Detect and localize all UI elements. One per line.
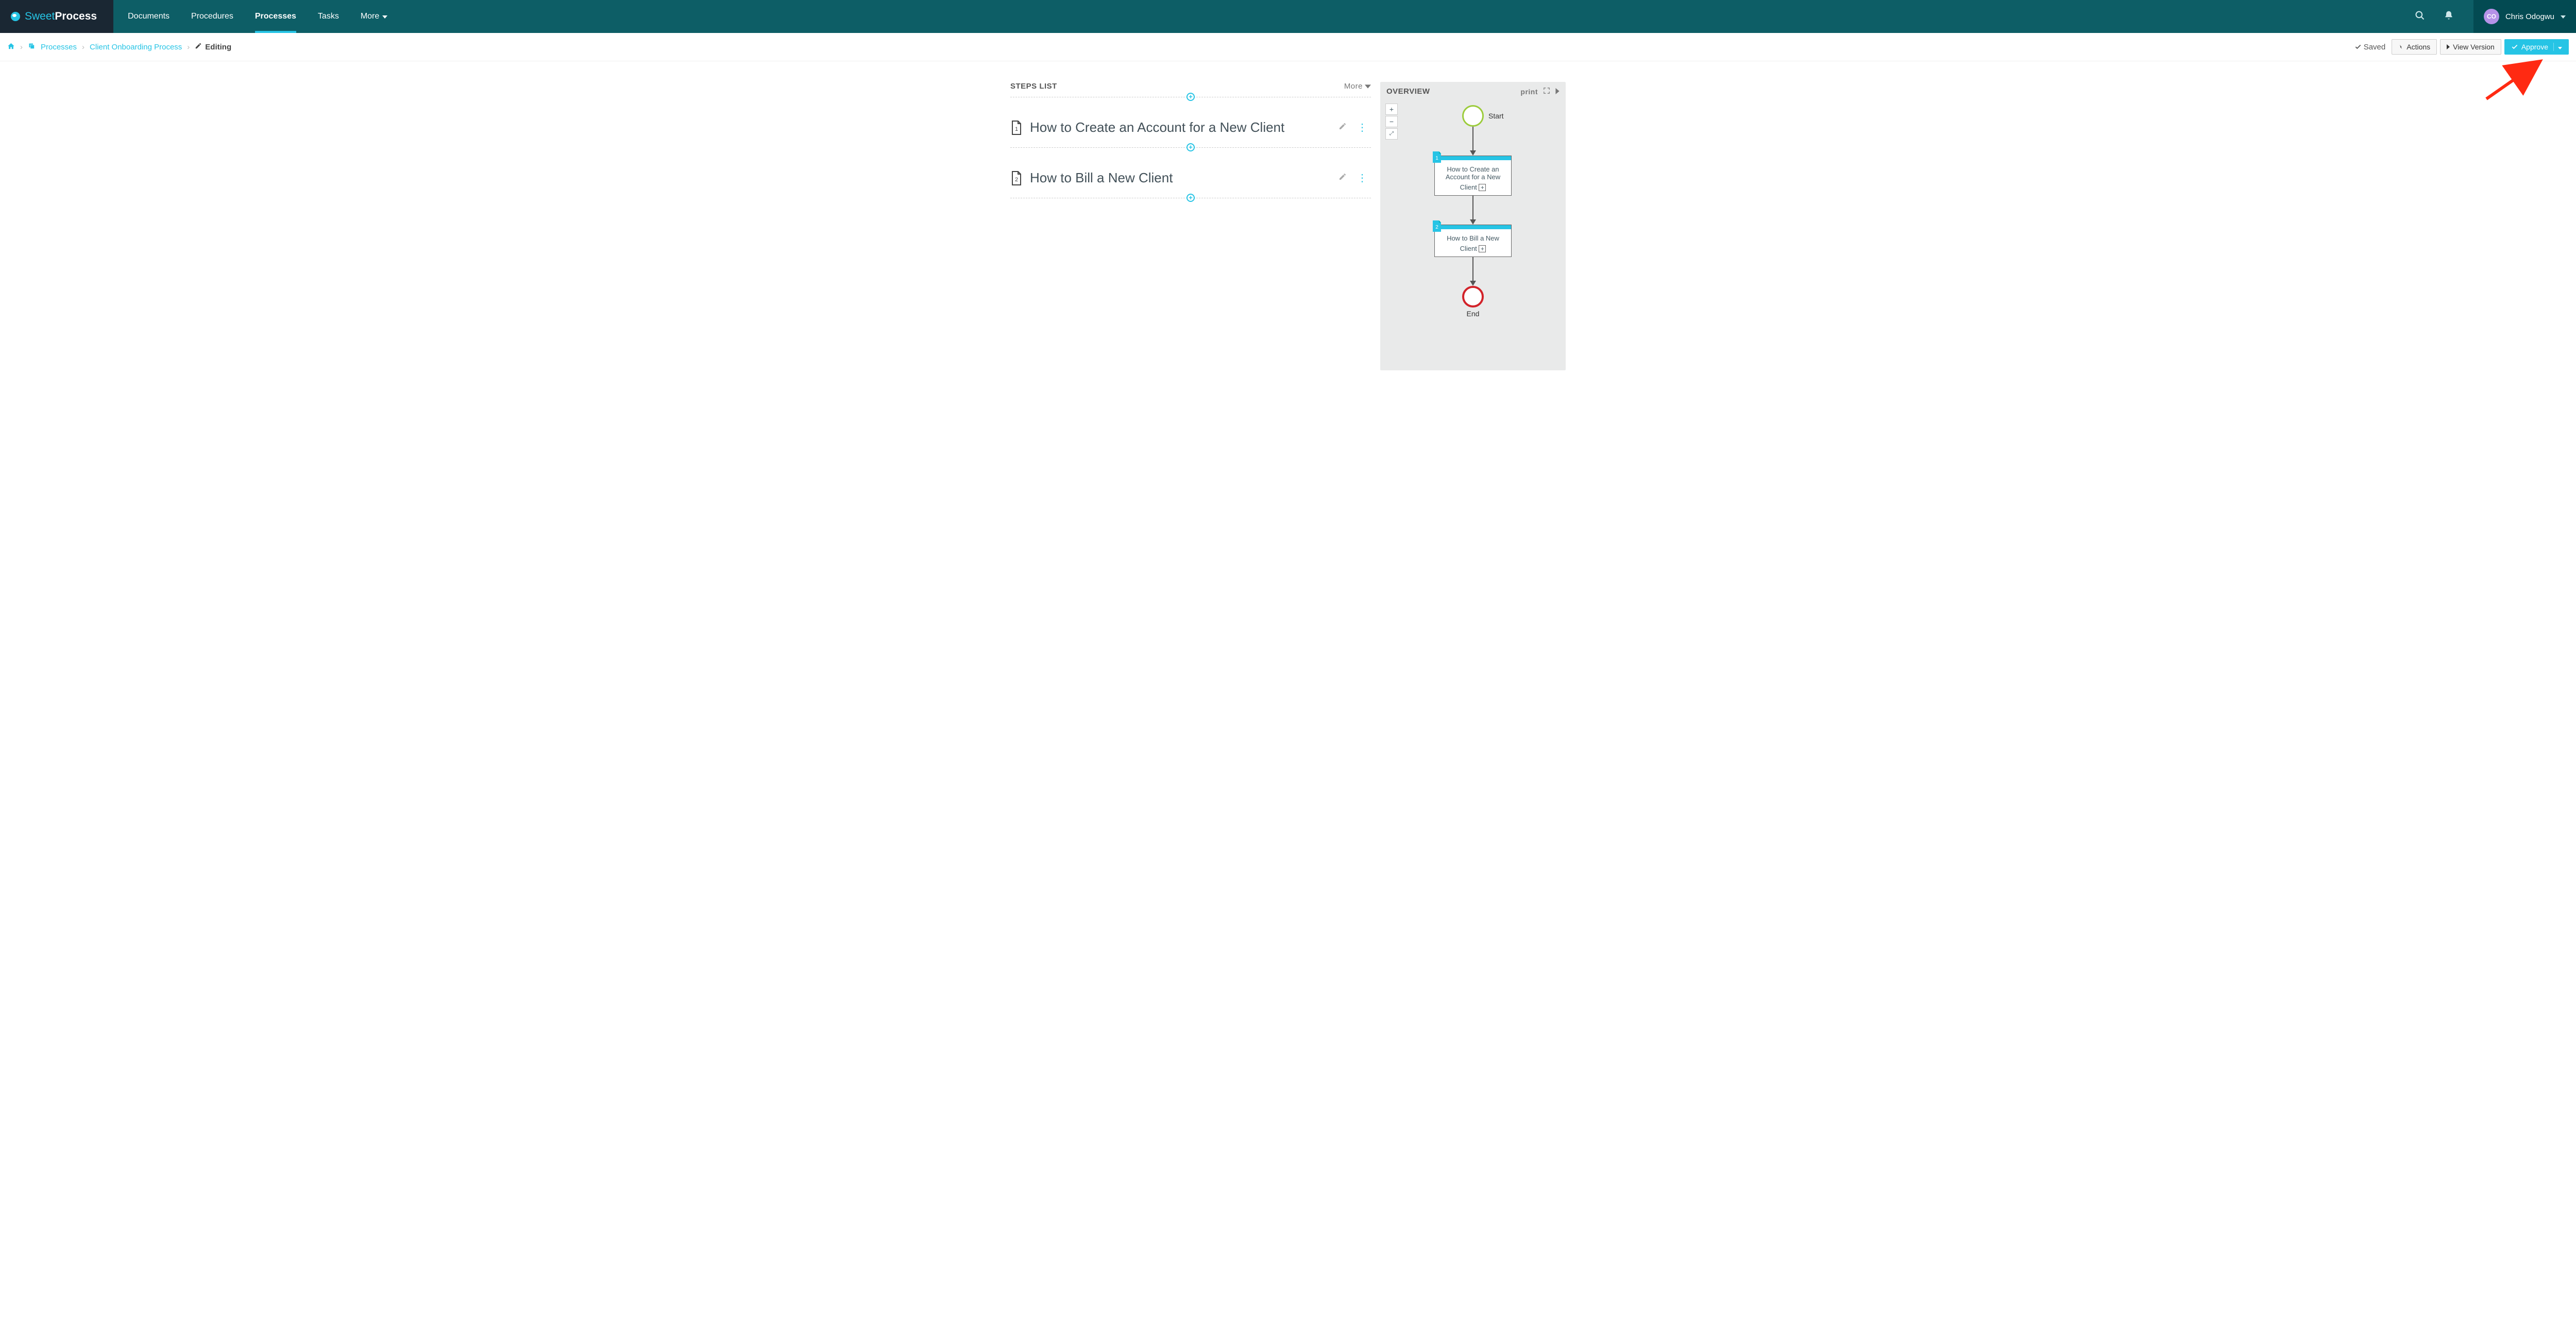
breadcrumb-processes[interactable]: Processes: [41, 43, 77, 52]
nav-right: CO Chris Odogwu: [2411, 0, 2576, 33]
main-content: STEPS LIST More + 1 How to Create an Acc…: [0, 61, 2576, 370]
step-menu-icon[interactable]: ⋮: [1354, 118, 1371, 137]
top-navbar: SweetProcess Documents Procedures Proces…: [0, 0, 2576, 33]
bell-icon[interactable]: [2439, 6, 2458, 27]
user-name: Chris Odogwu: [2505, 12, 2554, 21]
step-row[interactable]: 2 How to Bill a New Client ⋮: [1010, 159, 1371, 197]
flow-card[interactable]: 1 How to Create an Account for a New Cli…: [1434, 156, 1512, 196]
step-title: How to Bill a New Client: [1030, 170, 1328, 186]
step-divider: +: [1010, 147, 1371, 148]
flow-start-label: Start: [1488, 112, 1504, 120]
nav-tasks[interactable]: Tasks: [318, 0, 339, 33]
svg-text:2: 2: [1435, 225, 1438, 230]
flow-card-title: How to Bill a New Client: [1447, 234, 1499, 252]
edit-step-icon[interactable]: [1338, 173, 1347, 183]
stack-icon[interactable]: [28, 42, 36, 52]
flow-arrow: [1470, 257, 1476, 286]
saved-status: Saved: [2354, 43, 2386, 52]
brand-text-sweet: Sweet: [25, 10, 55, 22]
mini-doc-icon: 2: [1432, 220, 1442, 232]
nav-procedures[interactable]: Procedures: [191, 0, 233, 33]
chevron-right-icon: ›: [82, 43, 84, 52]
flow-arrow: [1470, 127, 1476, 156]
flow-arrow: [1470, 196, 1476, 225]
flow-card-title: How to Create an Account for a New Clien…: [1446, 165, 1500, 191]
overview-tools: print: [1520, 87, 1560, 96]
pencil-icon: [195, 42, 202, 52]
chevron-right-icon: ›: [187, 43, 190, 52]
user-menu[interactable]: CO Chris Odogwu: [2473, 0, 2576, 33]
expand-icon[interactable]: +: [1479, 184, 1486, 191]
overview-column: OVERVIEW print + − ⤢: [1380, 82, 1566, 370]
flowchart: Start 1 How to Create an Account for a N…: [1386, 102, 1560, 318]
steps-more-label: More: [1344, 82, 1363, 91]
chevron-right-icon[interactable]: [1555, 88, 1560, 96]
approve-dropdown-split[interactable]: [2553, 43, 2562, 51]
brand-mark-icon: [9, 10, 22, 23]
step-title: How to Create an Account for a New Clien…: [1030, 119, 1328, 135]
steps-list-title: STEPS LIST: [1010, 82, 1057, 91]
actions-button[interactable]: Actions: [2392, 39, 2437, 55]
flow-end-label: End: [1467, 310, 1480, 318]
breadcrumb-toolbar: › Processes › Client Onboarding Process …: [0, 33, 2576, 61]
mini-doc-icon: 1: [1432, 151, 1442, 163]
approve-label: Approve: [2521, 43, 2548, 51]
flow-card[interactable]: 2 How to Bill a New Client +: [1434, 225, 1512, 257]
expand-icon[interactable]: +: [1479, 245, 1486, 252]
actions-label: Actions: [2406, 43, 2430, 51]
add-step-button[interactable]: +: [1187, 93, 1195, 101]
toolbar-buttons: Saved Actions View Version Approve: [2354, 39, 2569, 55]
nav-more[interactable]: More: [361, 0, 387, 33]
chevron-right-icon: ›: [20, 43, 23, 52]
avatar: CO: [2484, 9, 2499, 24]
overview-panel: OVERVIEW print + − ⤢: [1380, 82, 1566, 370]
svg-text:2: 2: [1015, 177, 1018, 183]
breadcrumb-doc[interactable]: Client Onboarding Process: [90, 43, 182, 52]
nav-links: Documents Procedures Processes Tasks Mor…: [113, 0, 2411, 33]
print-button[interactable]: print: [1520, 88, 1538, 96]
saved-label: Saved: [2364, 43, 2386, 52]
approve-button[interactable]: Approve: [2504, 39, 2569, 55]
step-row[interactable]: 1 How to Create an Account for a New Cli…: [1010, 109, 1371, 146]
fullscreen-icon[interactable]: [1543, 87, 1550, 96]
chevron-down-icon: [2561, 12, 2566, 21]
edit-step-icon[interactable]: [1338, 122, 1347, 133]
nav-documents[interactable]: Documents: [128, 0, 170, 33]
svg-text:1: 1: [1435, 156, 1438, 161]
home-icon[interactable]: [7, 42, 15, 52]
nav-processes[interactable]: Processes: [255, 0, 296, 33]
zoom-fit-button[interactable]: ⤢: [1385, 128, 1398, 140]
steps-more-button[interactable]: More: [1344, 82, 1371, 91]
brand-text-process: Process: [55, 10, 97, 22]
add-step-button[interactable]: +: [1187, 143, 1195, 151]
overview-title: OVERVIEW: [1386, 87, 1430, 96]
flow-start-node[interactable]: [1462, 105, 1484, 127]
breadcrumb: › Processes › Client Onboarding Process …: [7, 42, 2349, 52]
document-icon: 2: [1010, 170, 1023, 186]
editing-label: Editing: [205, 43, 231, 52]
step-menu-icon[interactable]: ⋮: [1354, 168, 1371, 187]
view-version-label: View Version: [2453, 43, 2495, 51]
nav-more-label: More: [361, 12, 379, 21]
search-icon[interactable]: [2411, 6, 2429, 27]
chevron-down-icon: [382, 12, 387, 21]
flow-end-node[interactable]: [1462, 286, 1484, 307]
svg-text:1: 1: [1015, 126, 1018, 132]
brand-logo[interactable]: SweetProcess: [0, 0, 113, 33]
steps-panel: STEPS LIST More + 1 How to Create an Acc…: [1010, 82, 1371, 370]
add-step-button[interactable]: +: [1187, 194, 1195, 202]
editing-status: Editing: [195, 42, 231, 52]
view-version-button[interactable]: View Version: [2440, 39, 2501, 55]
document-icon: 1: [1010, 120, 1023, 135]
